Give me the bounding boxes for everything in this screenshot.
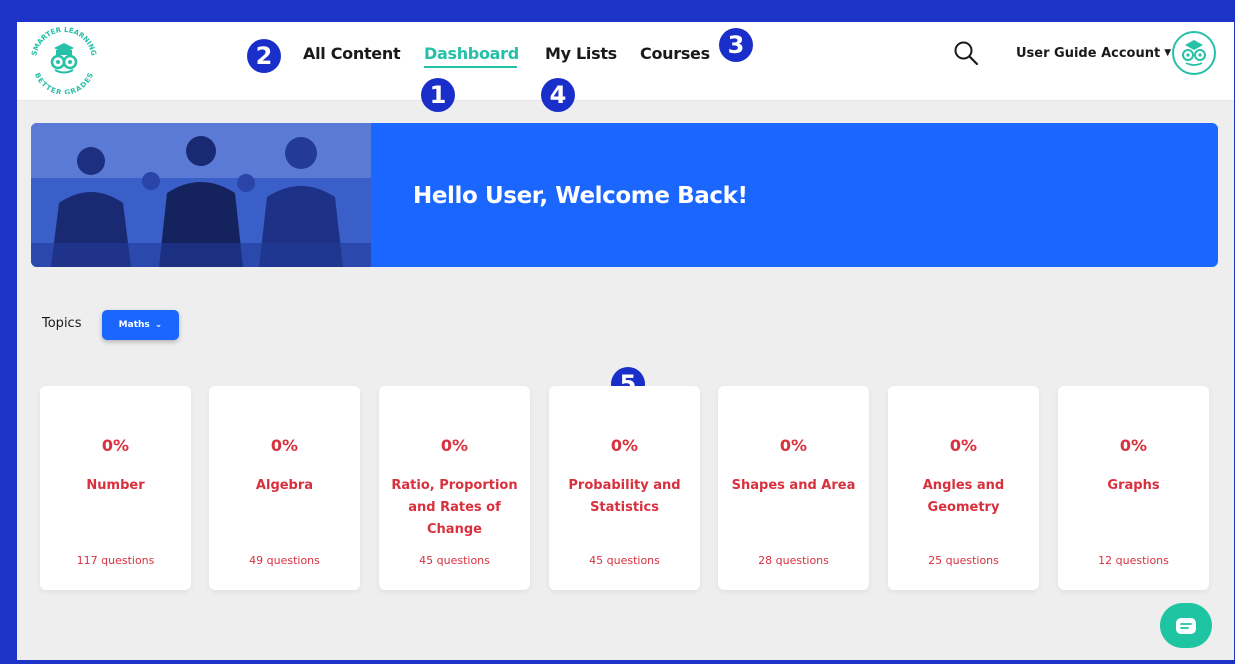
card-question-count: 49 questions (249, 554, 320, 567)
card-title: Number (86, 478, 145, 493)
topic-card-algebra[interactable]: 0% Algebra 49 questions (209, 386, 360, 590)
card-title: Graphs (1107, 478, 1160, 493)
account-menu[interactable]: User Guide Account ▼ (1016, 46, 1171, 61)
card-percent: 0% (101, 436, 130, 455)
account-label: User Guide Account (1016, 46, 1161, 61)
search-icon[interactable] (953, 40, 979, 66)
logo[interactable]: SMARTER LEARNING BETTER GRADES (27, 24, 101, 94)
topic-dropdown[interactable]: Maths ⌄ (102, 310, 179, 340)
card-title: Algebra (255, 478, 314, 493)
card-title: Probability and Statistics (568, 478, 681, 515)
card-percent: 0% (610, 436, 639, 455)
card-title: Shapes and Area (731, 478, 856, 493)
callout-badge-1: 1 (421, 78, 455, 112)
app-frame: SMARTER LEARNING BETTER GRADES 2 All Con… (17, 22, 1234, 660)
card-question-count: 28 questions (758, 554, 829, 567)
caret-down-icon: ▼ (1164, 48, 1172, 58)
owl-mascot-icon (50, 43, 78, 74)
callout-badge-4: 4 (541, 78, 575, 112)
card-percent: 0% (440, 436, 469, 455)
logo-bottom-text: BETTER GRADES (33, 72, 95, 94)
chevron-down-icon: ⌄ (154, 320, 163, 330)
topic-card-ratio[interactable]: 0% Ratio, Proportion and Rates of Change… (379, 386, 530, 590)
card-question-count: 117 questions (76, 554, 155, 567)
card-question-count: 25 questions (928, 554, 999, 567)
card-percent: 0% (270, 436, 299, 455)
banner-photo (31, 123, 371, 267)
card-question-count: 12 questions (1098, 554, 1169, 567)
nav-dashboard[interactable]: Dashboard (424, 44, 519, 63)
nav-my-lists[interactable]: My Lists (545, 44, 617, 63)
callout-badge-3: 3 (719, 28, 753, 62)
topic-card-angles[interactable]: 0% Angles and Geometry 25 questions (888, 386, 1039, 590)
owl-avatar-icon[interactable] (1172, 31, 1216, 75)
topic-selected-value: Maths (118, 320, 150, 330)
card-title: Angles and Geometry (922, 478, 1005, 515)
svg-text:BETTER GRADES: BETTER GRADES (33, 72, 95, 94)
topic-card-number[interactable]: 0% Number 117 questions (40, 386, 191, 590)
card-percent: 0% (779, 436, 808, 455)
card-percent: 0% (949, 436, 978, 455)
card-question-count: 45 questions (419, 554, 490, 567)
nav-courses[interactable]: Courses (640, 44, 710, 63)
welcome-title: Hello User, Welcome Back! (413, 183, 748, 209)
top-nav-bar: SMARTER LEARNING BETTER GRADES 2 All Con… (17, 22, 1234, 112)
chat-launcher-button[interactable] (1160, 603, 1212, 648)
topic-card-shapes[interactable]: 0% Shapes and Area 28 questions (718, 386, 869, 590)
topic-card-graphs[interactable]: 0% Graphs 12 questions (1058, 386, 1209, 590)
active-tab-underline (424, 66, 517, 68)
chat-icon (1176, 617, 1196, 634)
card-question-count: 45 questions (589, 554, 660, 567)
callout-badge-2: 2 (247, 39, 281, 73)
card-title: Ratio, Proportion and Rates of Change (391, 478, 518, 537)
nav-all-content[interactable]: All Content (303, 44, 401, 63)
topics-label: Topics (42, 316, 82, 331)
welcome-banner: Hello User, Welcome Back! (31, 123, 1218, 267)
topic-card-probability[interactable]: 0% Probability and Statistics 45 questio… (549, 386, 700, 590)
card-percent: 0% (1119, 436, 1148, 455)
